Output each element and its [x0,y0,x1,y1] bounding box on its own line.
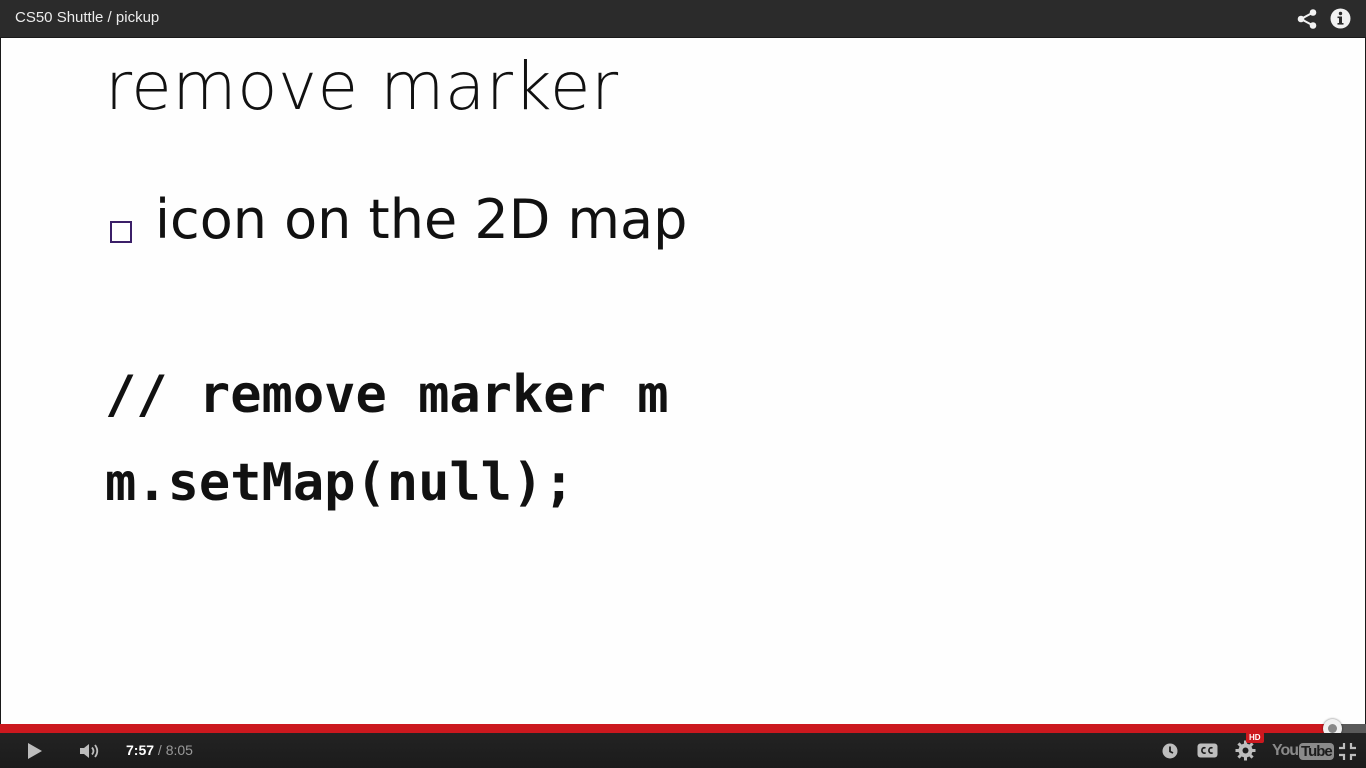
volume-icon [80,744,99,758]
control-bar: 7:57 / 8:05 HD You Tube [0,732,1366,768]
settings-button[interactable] [1235,740,1256,761]
bullet-square-icon [110,221,132,243]
progress-bar[interactable] [0,719,1366,738]
time-display: 7:57 / 8:05 [126,742,193,758]
duration: 8:05 [165,742,193,758]
bullet-text: icon on the 2D map [155,188,688,251]
captions-button[interactable] [1197,743,1218,758]
time-separator: / [154,742,166,758]
video-frame[interactable]: remove marker icon on the 2D map // remo… [0,38,1366,724]
watch-later-icon [1162,743,1178,759]
settings-icon [1235,740,1256,761]
slide-title: remove marker [105,48,619,125]
code-comment-line: // remove marker m [105,365,669,425]
play-button[interactable] [22,741,46,761]
code-statement-line: m.setMap(null); [105,453,575,513]
info-icon[interactable] [1330,8,1351,29]
watch-later-button[interactable] [1161,742,1179,760]
exit-fullscreen-button[interactable] [1337,742,1358,761]
play-icon [28,743,42,759]
title-bar: CS50 Shuttle / pickup [0,0,1366,38]
share-icon[interactable] [1296,8,1318,30]
exit-fullscreen-icon [1339,743,1356,760]
video-player: CS50 Shuttle / pickup remove marker icon… [0,0,1366,768]
progress-played [0,724,1332,733]
cc-icon [1197,743,1218,758]
hd-badge: HD [1246,732,1264,743]
youtube-logo-tube: Tube [1299,742,1334,760]
youtube-logo[interactable]: You Tube [1272,742,1334,762]
volume-button[interactable] [78,741,104,761]
youtube-logo-you: You [1272,742,1299,759]
video-title[interactable]: CS50 Shuttle / pickup [15,9,159,26]
current-time: 7:57 [126,742,155,758]
